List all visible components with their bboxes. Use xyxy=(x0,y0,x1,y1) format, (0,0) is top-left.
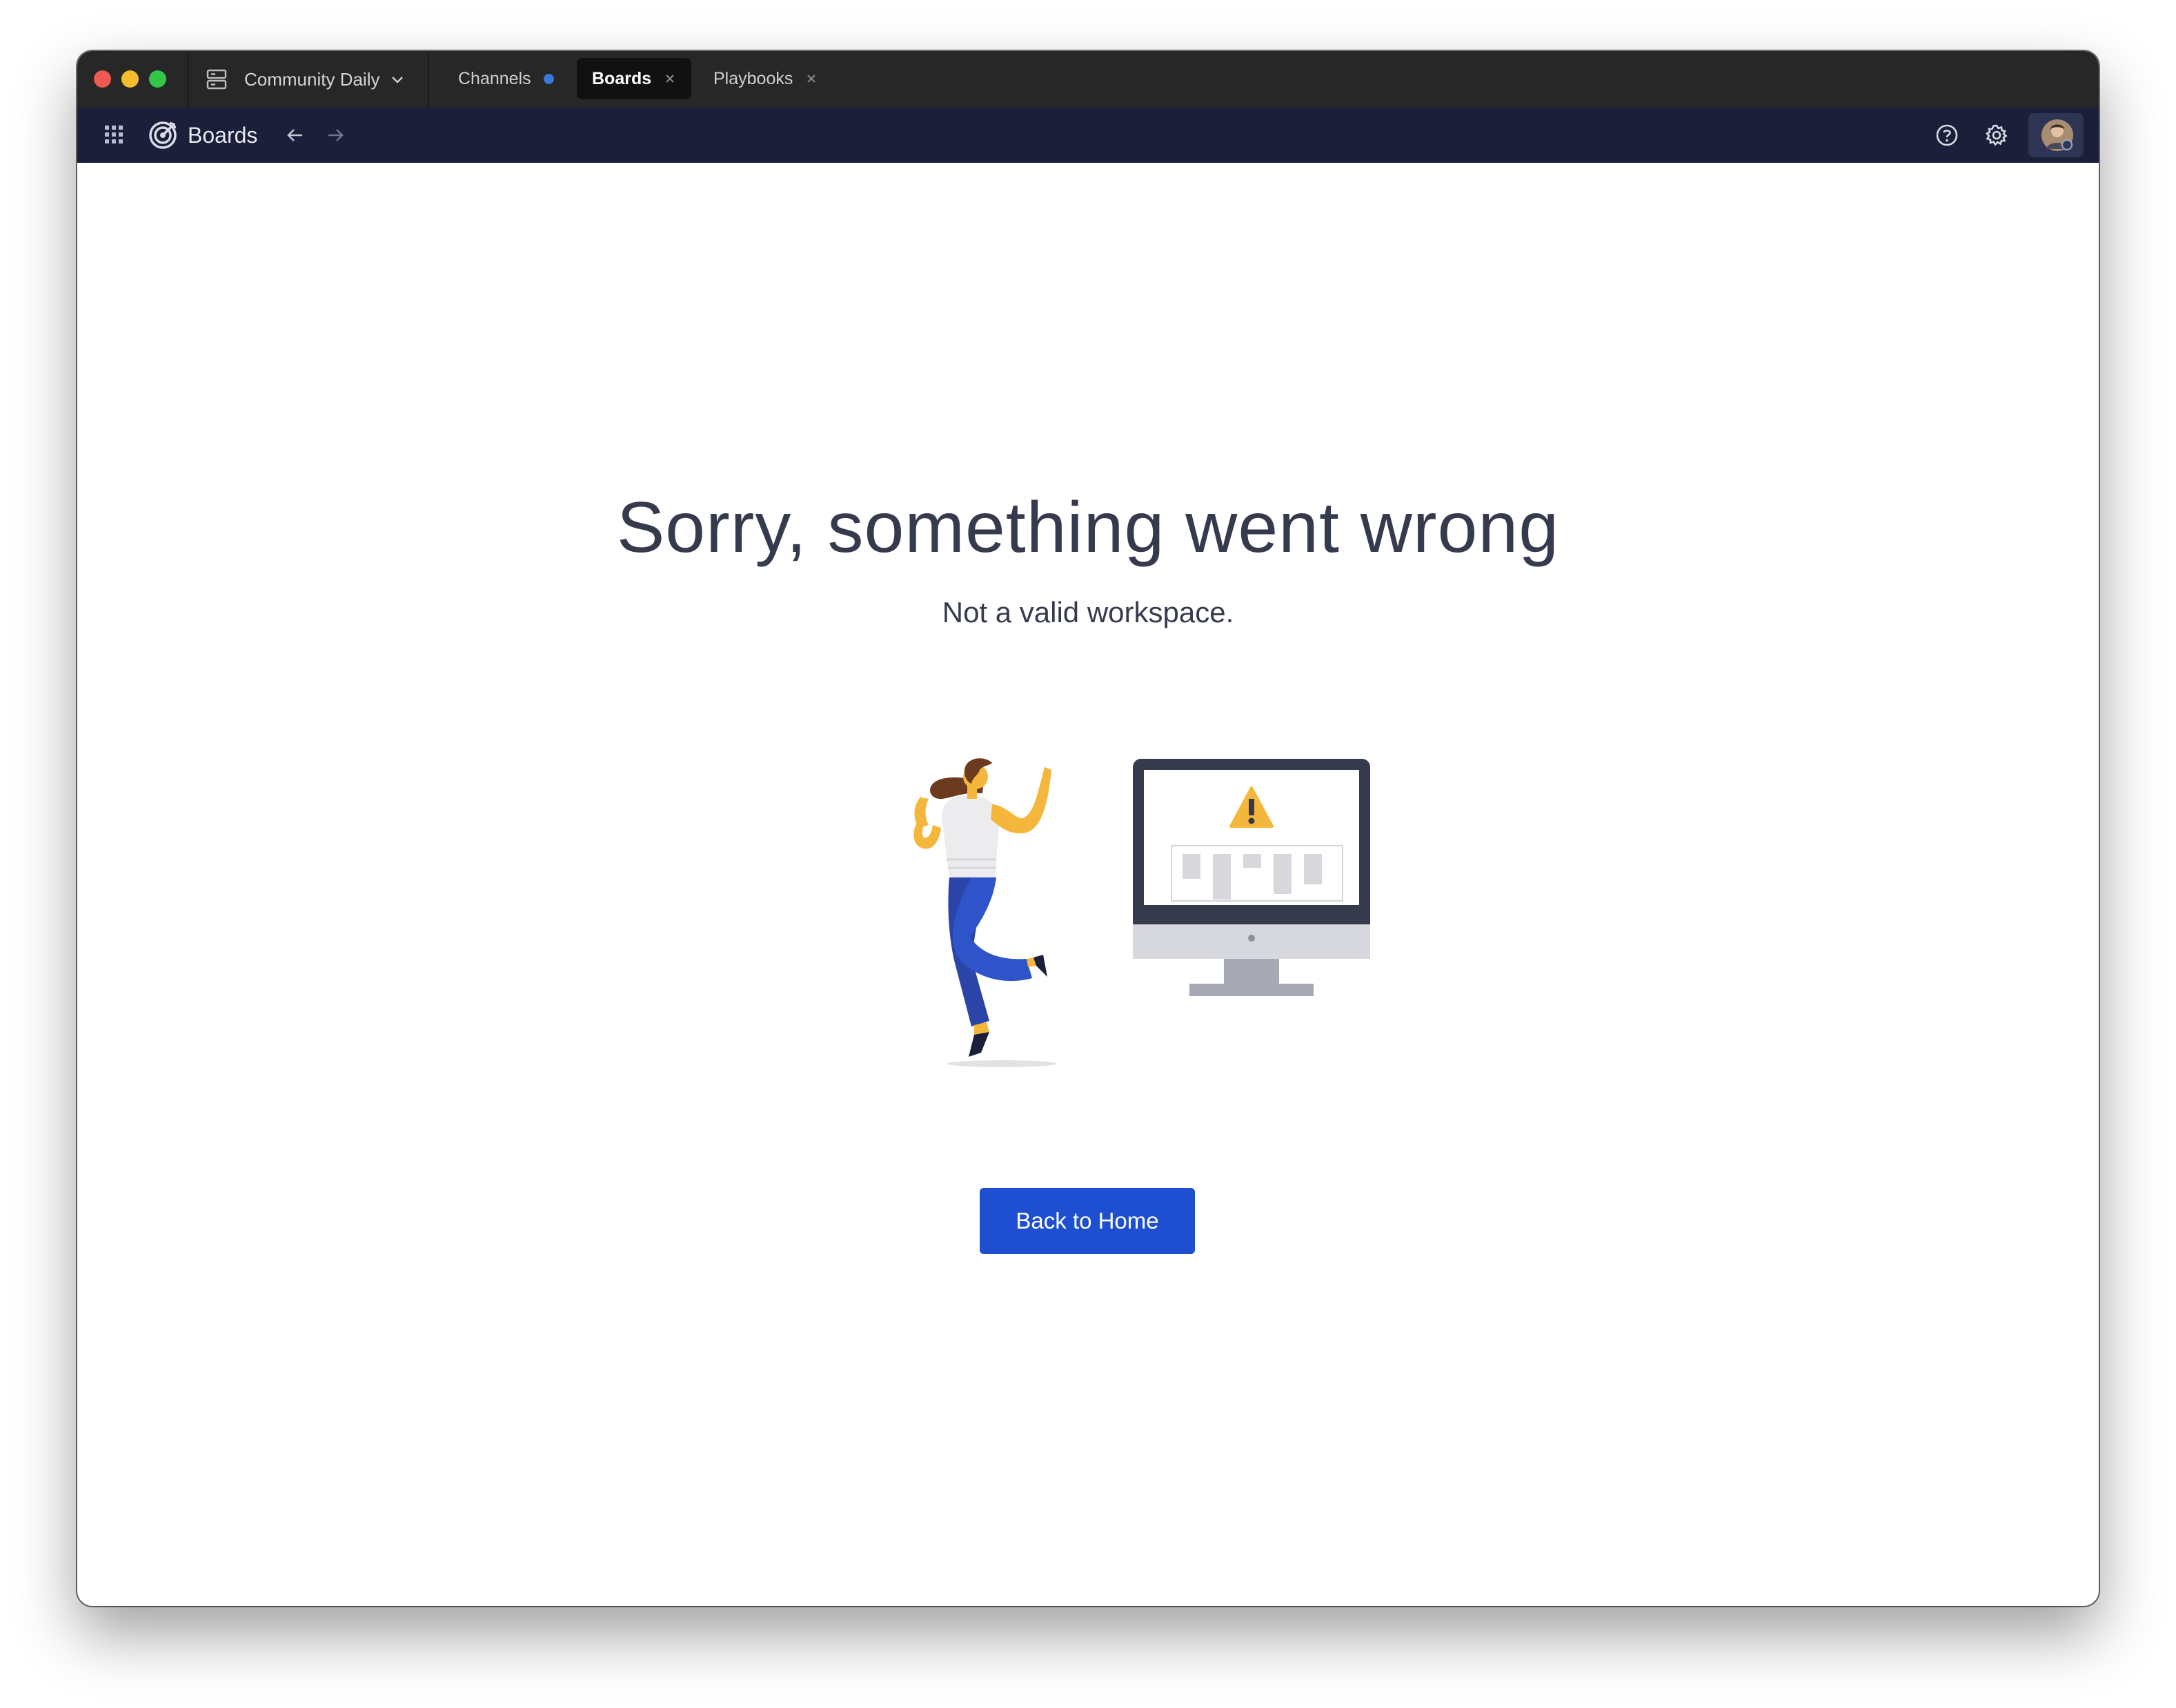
person-icon xyxy=(913,758,1051,1057)
app-window: Community Daily Channels Boards Playbook… xyxy=(77,51,2099,1606)
server-icon xyxy=(206,69,227,90)
divider xyxy=(428,51,429,108)
minimize-window-button[interactable] xyxy=(121,70,139,88)
close-tab-icon[interactable] xyxy=(805,72,818,85)
title-bar: Community Daily Channels Boards Playbook… xyxy=(77,51,2099,108)
help-circle-icon[interactable] xyxy=(1935,123,1959,148)
gear-icon[interactable] xyxy=(1984,123,2009,148)
tab-channels[interactable]: Channels xyxy=(443,58,569,99)
arrow-left-icon[interactable] xyxy=(284,124,306,146)
server-name: Community Daily xyxy=(244,68,380,90)
back-to-home-button[interactable]: Back to Home xyxy=(980,1188,1195,1254)
page-title: Sorry, something went wrong xyxy=(616,488,1560,568)
server-switcher[interactable]: Community Daily xyxy=(206,66,405,92)
tab-label: Playbooks xyxy=(713,68,793,88)
error-message: Not a valid workspace. xyxy=(942,596,1234,628)
monitor-icon xyxy=(1133,759,1370,996)
global-header: Boards xyxy=(77,108,2099,163)
user-avatar-button[interactable] xyxy=(2028,113,2084,157)
tab-boards[interactable]: Boards xyxy=(577,58,692,99)
divider xyxy=(188,51,189,108)
zoom-window-button[interactable] xyxy=(149,70,166,88)
unread-dot-icon xyxy=(543,73,554,84)
arrow-right-icon[interactable] xyxy=(324,124,346,146)
tab-label: Channels xyxy=(458,68,531,88)
app-grid-icon[interactable] xyxy=(102,123,126,146)
boards-target-icon xyxy=(149,121,177,149)
error-page: Sorry, something went wrong Not a valid … xyxy=(77,163,2099,1606)
error-illustration xyxy=(913,758,1370,1067)
close-tab-icon[interactable] xyxy=(664,72,676,85)
avatar xyxy=(2041,119,2073,151)
product-name: Boards xyxy=(188,123,258,148)
tab-playbooks[interactable]: Playbooks xyxy=(698,58,833,99)
chevron-down-icon xyxy=(391,77,403,83)
tab-label: Boards xyxy=(592,68,652,88)
close-window-button[interactable] xyxy=(94,70,111,88)
